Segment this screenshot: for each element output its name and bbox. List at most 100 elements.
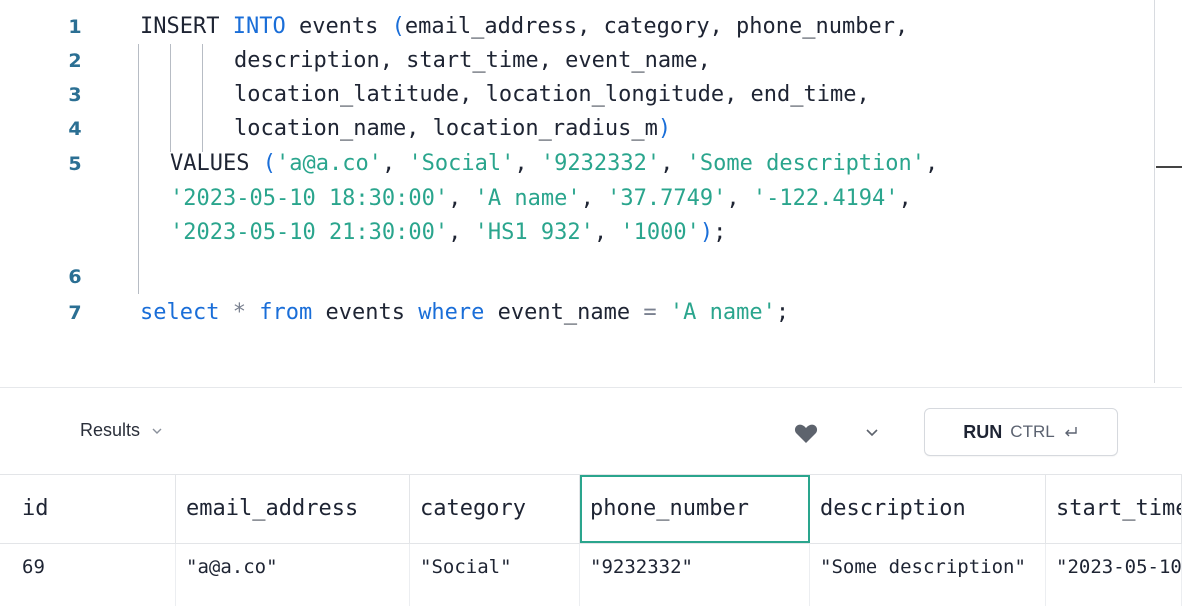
sql-editor[interactable]: 1 INSERT INTO events (email_address, cate… (0, 0, 1182, 388)
code-token: select (140, 300, 220, 325)
results-toolbar: Results RUN CTRL (0, 388, 1182, 474)
code-token: 'Some description' (686, 151, 926, 176)
line-number: 7 (68, 302, 82, 324)
code-token: '-122.4194' (752, 186, 899, 211)
code-token: , (448, 186, 475, 211)
code-token: ; (775, 300, 790, 325)
table-cell[interactable]: "a@a.co" (176, 544, 410, 606)
code-token: ) (699, 220, 714, 245)
code-line[interactable]: 3 location_latitude, location_longitude, … (0, 78, 1150, 112)
column-header-phone-number[interactable]: phone_number (580, 475, 810, 543)
code-token: email_address, category, phone_number, (404, 14, 909, 39)
run-button[interactable]: RUN CTRL (924, 408, 1118, 456)
code-token: ) (657, 116, 672, 141)
code-text: location_name, location_radius_m) (234, 112, 671, 146)
code-token: , (514, 151, 541, 176)
line-number: 5 (68, 153, 82, 175)
column-header-email-address[interactable]: email_address (176, 475, 410, 543)
run-label: RUN (963, 421, 1003, 442)
indent-guide (170, 44, 171, 152)
code-text: select * from events where event_name = … (140, 296, 789, 330)
code-token: , (660, 151, 687, 176)
code-token: 'Social' (408, 151, 515, 176)
code-token: , (898, 186, 912, 211)
table-header-row: id email_address category phone_number descr… (0, 474, 1182, 544)
table-cell[interactable]: "Social" (410, 544, 580, 606)
code-line[interactable]: '2023-05-10 18:30:00', 'A name', '37.774… (0, 182, 1150, 216)
code-line[interactable]: '2023-05-10 21:30:00', 'HS1 932', '1000'… (0, 216, 1150, 250)
code-token: INSERT (140, 14, 233, 39)
code-token: location_latitude, location_longitude, e… (234, 82, 870, 107)
code-token: '2023-05-10 21:30:00' (170, 220, 449, 245)
code-text: '2023-05-10 21:30:00', 'HS1 932', '1000'… (170, 216, 726, 250)
code-token: '9232332' (540, 151, 661, 176)
run-shortcut-label: CTRL (1010, 422, 1055, 441)
code-token: , (925, 151, 939, 176)
heart-icon[interactable] (794, 422, 818, 444)
indent-guide (202, 44, 203, 152)
code-token: location_name, location_radius_m (234, 116, 658, 141)
code-token: ( (391, 14, 405, 39)
column-header-id[interactable]: id (0, 475, 176, 543)
code-token: , (448, 220, 475, 245)
code-text: INSERT INTO events (email_address, categ… (140, 10, 908, 44)
column-header-category[interactable]: category (410, 475, 580, 543)
results-table[interactable]: id email_address category phone_number descr… (0, 474, 1182, 612)
chevron-down-icon (152, 428, 162, 434)
code-token: 'A name' (474, 186, 581, 211)
code-text: description, start_time, event_name, (234, 44, 711, 78)
code-token: 'HS1 932' (474, 220, 594, 245)
code-token: events (312, 300, 419, 325)
code-token: '37.7749' (607, 186, 727, 211)
code-token: ; (713, 220, 727, 245)
indent-guide (138, 152, 139, 294)
code-token: ( (262, 151, 276, 176)
code-token: , (726, 186, 753, 211)
code-token: event_name (484, 300, 644, 325)
line-number: 3 (68, 84, 82, 106)
table-row[interactable]: 69 "a@a.co" "Social" "9232332" "Some descrip… (0, 544, 1182, 606)
code-token: events (285, 14, 392, 39)
line-number: 4 (68, 118, 82, 140)
code-line[interactable]: 4 location_name, location_radius_m) (0, 112, 1150, 146)
code-token: 'A name' (669, 300, 776, 325)
scroll-position-marker (1156, 166, 1182, 168)
code-line[interactable]: 5 VALUES ('a@a.co', 'Social', '9232332', … (0, 147, 1150, 181)
code-line[interactable]: 6 (0, 260, 1150, 294)
code-token: from (259, 300, 313, 325)
code-token: , (381, 151, 409, 176)
code-line[interactable]: 1 INSERT INTO events (email_address, cate… (0, 10, 1150, 44)
table-cell[interactable]: "Some description" (810, 544, 1046, 606)
code-token: '1000' (620, 220, 700, 245)
code-line[interactable]: 2 description, start_time, event_name, (0, 44, 1150, 78)
line-number: 2 (68, 50, 82, 72)
results-label: Results (80, 420, 141, 440)
table-cell[interactable]: 69 (0, 544, 176, 606)
line-number: 1 (68, 16, 82, 38)
code-text: VALUES ('a@a.co', 'Social', '9232332', '… (170, 147, 938, 181)
code-token: '2023-05-10 18:30:00' (170, 186, 449, 211)
line-number: 6 (68, 266, 82, 288)
code-line[interactable]: 7 select * from events where event_name =… (0, 296, 1150, 330)
table-cell[interactable]: "9232332" (580, 544, 810, 606)
code-token: VALUES (170, 151, 263, 176)
table-cell[interactable]: "2023-05-10 18:30:00" (1046, 544, 1182, 606)
enter-icon (1064, 427, 1077, 437)
code-token: INTO (232, 14, 286, 39)
code-token: , (593, 220, 621, 245)
indent-guide (138, 44, 139, 152)
column-header-description[interactable]: description (810, 475, 1046, 543)
code-token: = (643, 300, 657, 325)
chevron-down-icon[interactable] (864, 426, 880, 440)
code-token: where (418, 300, 485, 325)
code-token: 'a@a.co' (275, 151, 382, 176)
code-text: '2023-05-10 18:30:00', 'A name', '37.774… (170, 182, 912, 216)
column-header-start-time[interactable]: start_time (1046, 475, 1182, 543)
editor-scrollbar[interactable] (1154, 0, 1155, 383)
code-text: location_latitude, location_longitude, e… (234, 78, 870, 112)
code-token: description, start_time, event_name, (234, 48, 711, 73)
code-token: * (232, 300, 246, 325)
results-dropdown[interactable]: Results (80, 420, 164, 441)
